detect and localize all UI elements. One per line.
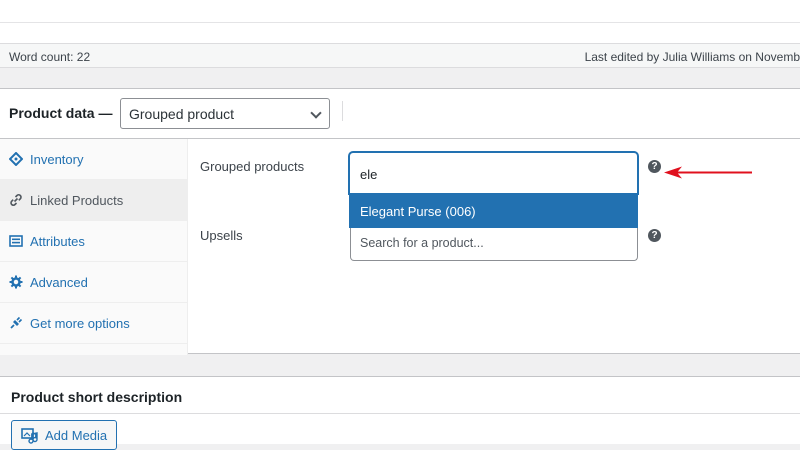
editor-status-bar: Word count: 22 Last edited by Julia Will… <box>0 44 800 68</box>
tab-label: Linked Products <box>30 193 124 208</box>
link-icon <box>10 194 22 206</box>
product-data-title: Product data — <box>9 105 113 121</box>
tab-label: Inventory <box>30 152 84 167</box>
grouped-products-label: Grouped products <box>200 159 305 174</box>
short-description-header: Product short description <box>0 377 800 414</box>
upsells-placeholder: Search for a product... <box>360 236 484 250</box>
media-icon <box>21 428 38 444</box>
product-type-value: Grouped product <box>129 106 235 122</box>
add-media-label: Add Media <box>45 428 108 443</box>
tab-label: Attributes <box>30 234 85 249</box>
chevron-down-icon <box>310 107 322 119</box>
header-divider <box>342 101 343 121</box>
tab-attributes[interactable]: Attributes <box>0 221 188 262</box>
editor-divider <box>0 22 800 23</box>
tab-label: Advanced <box>30 275 88 290</box>
last-edited: Last edited by Julia Williams on Novemb <box>584 50 800 64</box>
tab-advanced[interactable]: Advanced <box>0 262 188 303</box>
attributes-icon <box>9 235 23 247</box>
help-icon[interactable]: ? <box>648 160 661 173</box>
short-description-box: Product short description Add Media <box>0 376 800 450</box>
add-media-button[interactable]: Add Media <box>11 420 117 450</box>
suggestion-label: Elegant Purse (006) <box>360 204 476 219</box>
plugin-icon <box>10 316 23 329</box>
product-data-header: Product data — Grouped product <box>0 89 800 139</box>
suggestion-option[interactable]: Elegant Purse (006) <box>349 194 638 228</box>
search-input-value: ele <box>360 167 378 182</box>
grouped-products-search-input[interactable]: ele <box>349 152 638 194</box>
product-type-select[interactable]: Grouped product <box>120 98 330 129</box>
upsells-label: Upsells <box>200 228 243 243</box>
annotation-arrow-icon <box>664 166 752 179</box>
short-description-title: Product short description <box>11 389 183 405</box>
tab-linked-products[interactable]: Linked Products <box>0 180 188 221</box>
inventory-icon <box>9 152 23 166</box>
word-count: Word count: 22 <box>9 50 91 64</box>
product-data-tabs: Inventory Linked Products Attributes Adv… <box>0 139 188 355</box>
tab-get-more-options[interactable]: Get more options <box>0 303 188 344</box>
editor-content-area[interactable] <box>0 0 800 44</box>
upsells-search-input[interactable]: Search for a product... <box>350 228 638 261</box>
tab-inventory[interactable]: Inventory <box>0 139 188 180</box>
gear-icon <box>9 275 23 289</box>
tab-label: Get more options <box>30 316 130 331</box>
help-icon[interactable]: ? <box>648 229 661 242</box>
